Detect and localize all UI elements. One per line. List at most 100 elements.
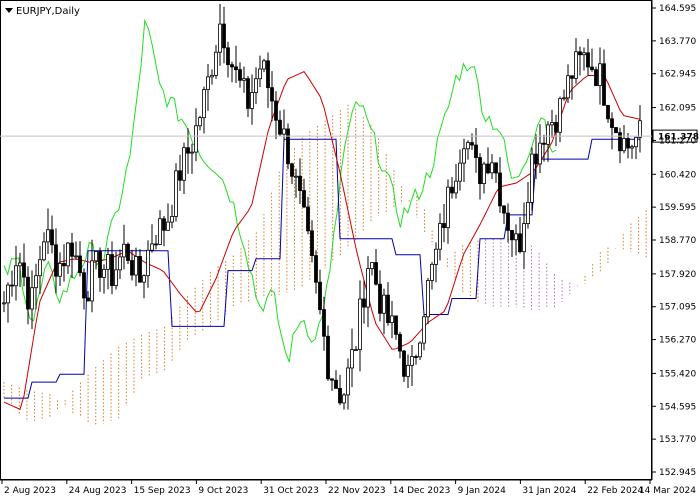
- x-tick-label: 22 Nov 2023: [328, 486, 386, 496]
- candle-body: [418, 342, 422, 358]
- candle-body: [298, 175, 302, 191]
- candle-body: [294, 175, 298, 178]
- candle-body: [170, 216, 174, 223]
- x-tick-label: 24 Aug 2023: [69, 486, 127, 496]
- candle-body: [118, 256, 122, 271]
- candle-body: [126, 243, 130, 261]
- y-tick-label: 158.770: [659, 236, 696, 246]
- candle-body: [554, 122, 558, 133]
- candle-body: [178, 170, 182, 181]
- candle-body: [602, 63, 606, 106]
- candle-body: [190, 151, 194, 154]
- candle-body: [90, 260, 94, 302]
- x-tick-label: 22 Feb 2024: [587, 486, 643, 496]
- candle-body: [630, 146, 634, 149]
- candle-body: [462, 148, 466, 164]
- candle-body: [482, 163, 486, 184]
- candle-body: [342, 394, 346, 404]
- candle-body: [94, 251, 98, 262]
- candle-body: [22, 262, 26, 278]
- ichimoku-chart: 161.378 164.595 163.770 162.945 162.095 161.…: [0, 0, 700, 500]
- candle-body: [470, 142, 474, 146]
- candle-body: [174, 170, 178, 217]
- candle-body: [386, 294, 390, 323]
- candle-body: [486, 163, 490, 174]
- y-tick-label: 152.945: [659, 468, 696, 478]
- y-tick-label: 159.595: [659, 203, 696, 213]
- candle-body: [338, 387, 342, 404]
- candle-body: [98, 251, 102, 278]
- candle-body: [106, 254, 110, 270]
- candle-body: [34, 275, 38, 289]
- candle-body: [258, 68, 262, 80]
- candle-body: [430, 263, 434, 281]
- candle-body: [262, 60, 266, 70]
- candle-body: [290, 163, 294, 177]
- candle-body: [474, 144, 478, 158]
- candle-body: [514, 233, 518, 241]
- candle-body: [634, 136, 638, 148]
- candle-body: [330, 378, 334, 381]
- candle-body: [362, 298, 366, 308]
- x-tick-label: 31 Oct 2023: [263, 486, 319, 496]
- candle-body: [186, 147, 190, 154]
- candle-body: [562, 97, 566, 100]
- candle-body: [226, 47, 230, 66]
- candle-body: [110, 254, 114, 286]
- candle-body: [410, 356, 414, 366]
- candle-body: [550, 122, 554, 126]
- candle-body: [38, 259, 42, 277]
- candle-body: [78, 255, 82, 274]
- candle-body: [134, 256, 138, 276]
- candle-body: [302, 190, 306, 208]
- candle-body: [490, 162, 494, 174]
- candle-body: [14, 265, 18, 287]
- candle-body: [250, 92, 254, 109]
- candle-body: [70, 242, 74, 257]
- candle-body: [238, 69, 242, 81]
- candle-body: [30, 287, 34, 310]
- candle-body: [102, 268, 106, 278]
- candle-body: [414, 356, 418, 358]
- candle-body: [434, 248, 438, 265]
- x-tick-label: 31 Jan 2024: [522, 486, 576, 496]
- candle-body: [378, 283, 382, 314]
- candle-body: [478, 157, 482, 184]
- candle-body: [86, 297, 90, 302]
- candle-body: [10, 284, 14, 287]
- y-tick-label: 162.095: [659, 104, 696, 114]
- candle-body: [614, 127, 618, 134]
- candle-body: [590, 66, 594, 71]
- candle-body: [266, 60, 270, 89]
- candle-body: [18, 262, 22, 267]
- candle-body: [74, 255, 78, 258]
- candle-body: [146, 249, 150, 277]
- candle-body: [638, 120, 642, 138]
- candle-body: [138, 256, 142, 283]
- candle-body: [310, 230, 314, 256]
- candle-body: [450, 186, 454, 194]
- candle-body: [382, 294, 386, 314]
- candle-body: [574, 51, 578, 79]
- candle-body: [150, 243, 154, 251]
- candle-body: [594, 69, 598, 87]
- candle-body: [502, 205, 506, 214]
- candle-body: [626, 138, 630, 149]
- candle-body: [618, 132, 622, 152]
- candle-body: [206, 76, 210, 90]
- candle-body: [322, 309, 326, 337]
- candle-body: [314, 255, 318, 283]
- x-tick-label: 15 Sep 2023: [134, 486, 191, 496]
- x-tick-label: 9 Jan 2024: [458, 486, 506, 496]
- candle-body: [50, 229, 54, 246]
- y-tick-label: 154.595: [659, 402, 696, 412]
- candle-body: [506, 212, 510, 231]
- candle-body: [254, 78, 258, 93]
- candle-body: [546, 124, 550, 145]
- candle-body: [390, 315, 394, 323]
- candle-body: [374, 262, 378, 285]
- candle-body: [162, 218, 166, 231]
- candle-body: [326, 335, 330, 380]
- candle-body: [242, 78, 246, 81]
- candle-body: [366, 268, 370, 308]
